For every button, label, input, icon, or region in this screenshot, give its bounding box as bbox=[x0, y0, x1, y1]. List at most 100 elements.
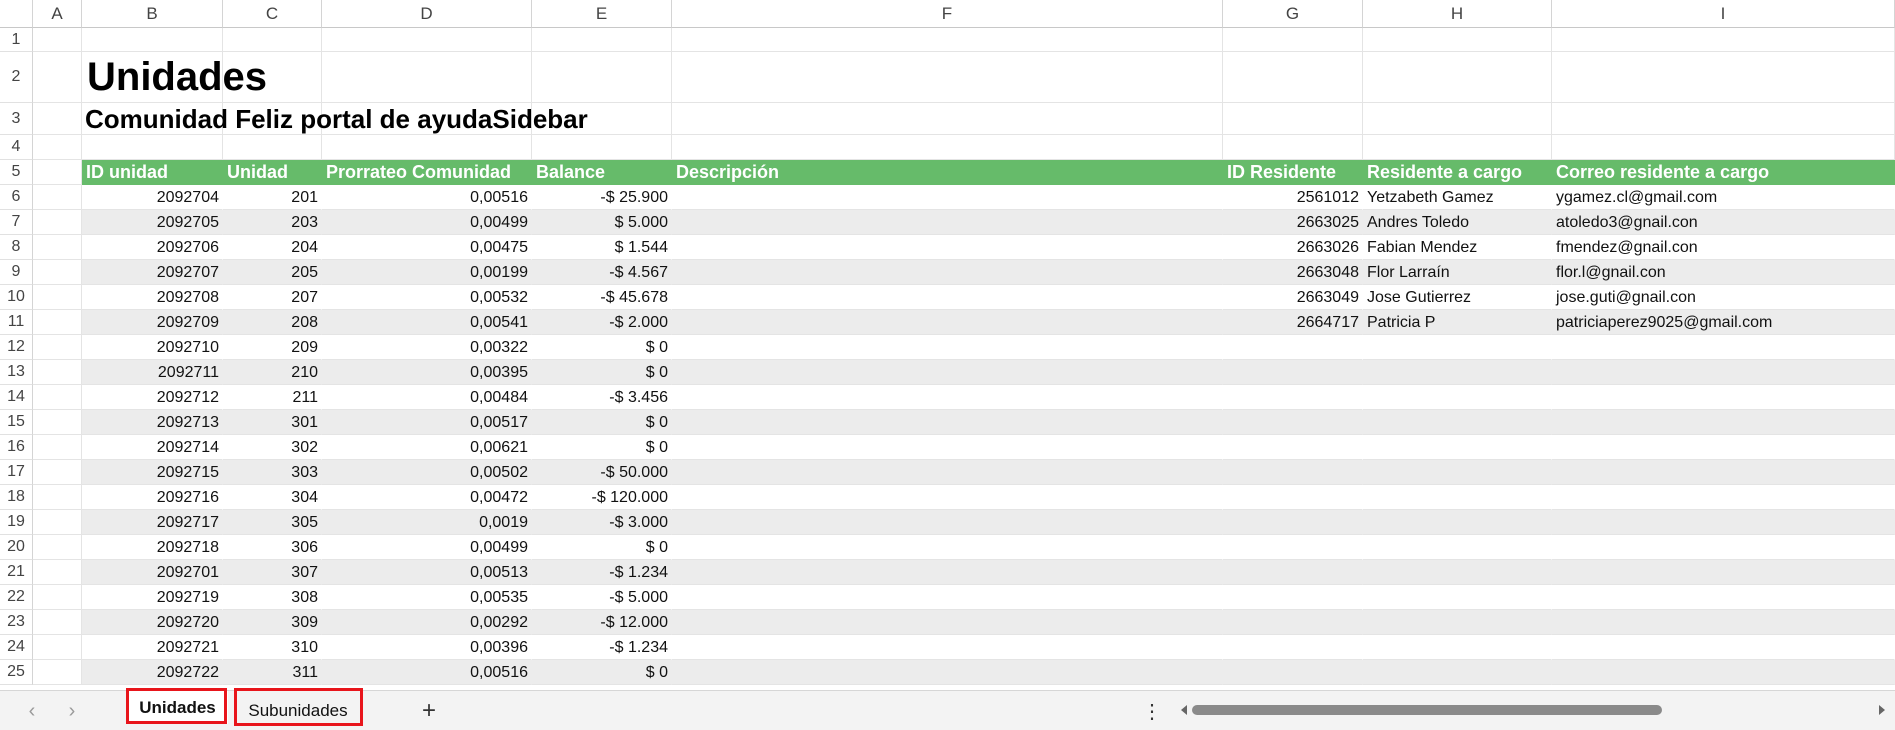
table-cell-id-res[interactable] bbox=[1223, 660, 1363, 685]
table-cell-correo[interactable] bbox=[1552, 635, 1895, 660]
cell[interactable] bbox=[82, 28, 223, 52]
cell[interactable] bbox=[33, 260, 82, 285]
table-cell-id[interactable]: 2092718 bbox=[82, 535, 223, 560]
row-header[interactable]: 16 bbox=[0, 435, 33, 460]
table-cell-id[interactable]: 2092701 bbox=[82, 560, 223, 585]
table-cell-unidad[interactable]: 306 bbox=[223, 535, 322, 560]
table-cell-prorrateo[interactable]: 0,00292 bbox=[322, 610, 532, 635]
table-cell-prorrateo[interactable]: 0,00472 bbox=[322, 485, 532, 510]
cell[interactable] bbox=[672, 360, 1223, 385]
cell[interactable] bbox=[672, 52, 1223, 103]
table-cell-residente[interactable] bbox=[1363, 660, 1552, 685]
table-cell-residente[interactable]: Andres Toledo bbox=[1363, 210, 1552, 235]
cell[interactable] bbox=[33, 335, 82, 360]
table-cell-correo[interactable] bbox=[1552, 335, 1895, 360]
scroll-left-icon[interactable] bbox=[1178, 698, 1190, 722]
row-header[interactable]: 17 bbox=[0, 460, 33, 485]
column-header-f[interactable]: F bbox=[672, 0, 1223, 28]
table-cell-id[interactable]: 2092721 bbox=[82, 635, 223, 660]
column-header-d[interactable]: D bbox=[322, 0, 532, 28]
cell[interactable] bbox=[322, 135, 532, 160]
row-header[interactable]: 6 bbox=[0, 185, 33, 210]
cell[interactable] bbox=[33, 510, 82, 535]
table-cell-prorrateo[interactable]: 0,00535 bbox=[322, 585, 532, 610]
table-cell-prorrateo[interactable]: 0,00516 bbox=[322, 660, 532, 685]
chevron-right-icon[interactable]: › bbox=[60, 699, 84, 723]
table-cell-balance[interactable]: -$ 50.000 bbox=[532, 460, 672, 485]
table-cell-correo[interactable]: fmendez@gnail.con bbox=[1552, 235, 1895, 260]
cell[interactable] bbox=[1552, 135, 1895, 160]
cell[interactable] bbox=[33, 485, 82, 510]
table-cell-balance[interactable]: -$ 3.000 bbox=[532, 510, 672, 535]
table-cell-correo[interactable] bbox=[1552, 585, 1895, 610]
cell[interactable] bbox=[672, 335, 1223, 360]
table-cell-prorrateo[interactable]: 0,00621 bbox=[322, 435, 532, 460]
cell[interactable] bbox=[672, 185, 1223, 210]
cell[interactable] bbox=[33, 610, 82, 635]
table-cell-correo[interactable] bbox=[1552, 610, 1895, 635]
table-cell-prorrateo[interactable]: 0,00199 bbox=[322, 260, 532, 285]
column-header-b[interactable]: B bbox=[82, 0, 223, 28]
cell[interactable] bbox=[672, 435, 1223, 460]
table-cell-id-res[interactable] bbox=[1223, 335, 1363, 360]
cell[interactable] bbox=[1552, 103, 1895, 135]
cell[interactable] bbox=[1223, 52, 1363, 103]
column-header-e[interactable]: E bbox=[532, 0, 672, 28]
chevron-left-icon[interactable]: ‹ bbox=[20, 699, 44, 723]
table-cell-unidad[interactable]: 305 bbox=[223, 510, 322, 535]
table-cell-prorrateo[interactable]: 0,00499 bbox=[322, 535, 532, 560]
row-header[interactable]: 4 bbox=[0, 135, 33, 160]
table-cell-id[interactable]: 2092704 bbox=[82, 185, 223, 210]
table-cell-unidad[interactable]: 207 bbox=[223, 285, 322, 310]
table-cell-prorrateo[interactable]: 0,00484 bbox=[322, 385, 532, 410]
table-cell-balance[interactable]: -$ 3.456 bbox=[532, 385, 672, 410]
table-cell-id-res[interactable]: 2663048 bbox=[1223, 260, 1363, 285]
cell[interactable] bbox=[672, 485, 1223, 510]
row-header[interactable]: 3 bbox=[0, 103, 33, 135]
table-cell-id-res[interactable] bbox=[1223, 510, 1363, 535]
column-header-c[interactable]: C bbox=[223, 0, 322, 28]
table-cell-residente[interactable] bbox=[1363, 535, 1552, 560]
table-cell-balance[interactable]: $ 5.000 bbox=[532, 210, 672, 235]
table-cell-unidad[interactable]: 301 bbox=[223, 410, 322, 435]
table-cell-id[interactable]: 2092708 bbox=[82, 285, 223, 310]
table-cell-unidad[interactable]: 309 bbox=[223, 610, 322, 635]
cell[interactable] bbox=[33, 585, 82, 610]
table-cell-id[interactable]: 2092715 bbox=[82, 460, 223, 485]
row-header[interactable]: 8 bbox=[0, 235, 33, 260]
table-cell-balance[interactable]: -$ 120.000 bbox=[532, 485, 672, 510]
table-cell-id-res[interactable]: 2663025 bbox=[1223, 210, 1363, 235]
table-cell-residente[interactable]: Flor Larraín bbox=[1363, 260, 1552, 285]
cell[interactable] bbox=[33, 285, 82, 310]
cell[interactable] bbox=[672, 660, 1223, 685]
table-cell-unidad[interactable]: 209 bbox=[223, 335, 322, 360]
cell[interactable] bbox=[33, 385, 82, 410]
cell[interactable] bbox=[672, 410, 1223, 435]
table-cell-prorrateo[interactable]: 0,00541 bbox=[322, 310, 532, 335]
row-header[interactable]: 19 bbox=[0, 510, 33, 535]
table-cell-unidad[interactable]: 208 bbox=[223, 310, 322, 335]
cell[interactable] bbox=[33, 360, 82, 385]
cell[interactable] bbox=[672, 385, 1223, 410]
table-cell-balance[interactable]: -$ 5.000 bbox=[532, 585, 672, 610]
table-cell-residente[interactable] bbox=[1363, 335, 1552, 360]
table-cell-unidad[interactable]: 302 bbox=[223, 435, 322, 460]
table-cell-prorrateo[interactable]: 0,00396 bbox=[322, 635, 532, 660]
table-cell-id[interactable]: 2092720 bbox=[82, 610, 223, 635]
cell[interactable] bbox=[532, 135, 672, 160]
cell[interactable] bbox=[672, 235, 1223, 260]
cell[interactable] bbox=[672, 610, 1223, 635]
cell[interactable] bbox=[532, 28, 672, 52]
table-cell-unidad[interactable]: 311 bbox=[223, 660, 322, 685]
table-cell-id[interactable]: 2092705 bbox=[82, 210, 223, 235]
table-cell-residente[interactable] bbox=[1363, 635, 1552, 660]
table-cell-id-res[interactable] bbox=[1223, 485, 1363, 510]
cell[interactable] bbox=[672, 310, 1223, 335]
table-cell-correo[interactable] bbox=[1552, 560, 1895, 585]
row-header[interactable]: 13 bbox=[0, 360, 33, 385]
table-cell-correo[interactable] bbox=[1552, 510, 1895, 535]
table-cell-unidad[interactable]: 307 bbox=[223, 560, 322, 585]
cell[interactable] bbox=[33, 560, 82, 585]
table-cell-id[interactable]: 2092710 bbox=[82, 335, 223, 360]
cell[interactable] bbox=[33, 535, 82, 560]
